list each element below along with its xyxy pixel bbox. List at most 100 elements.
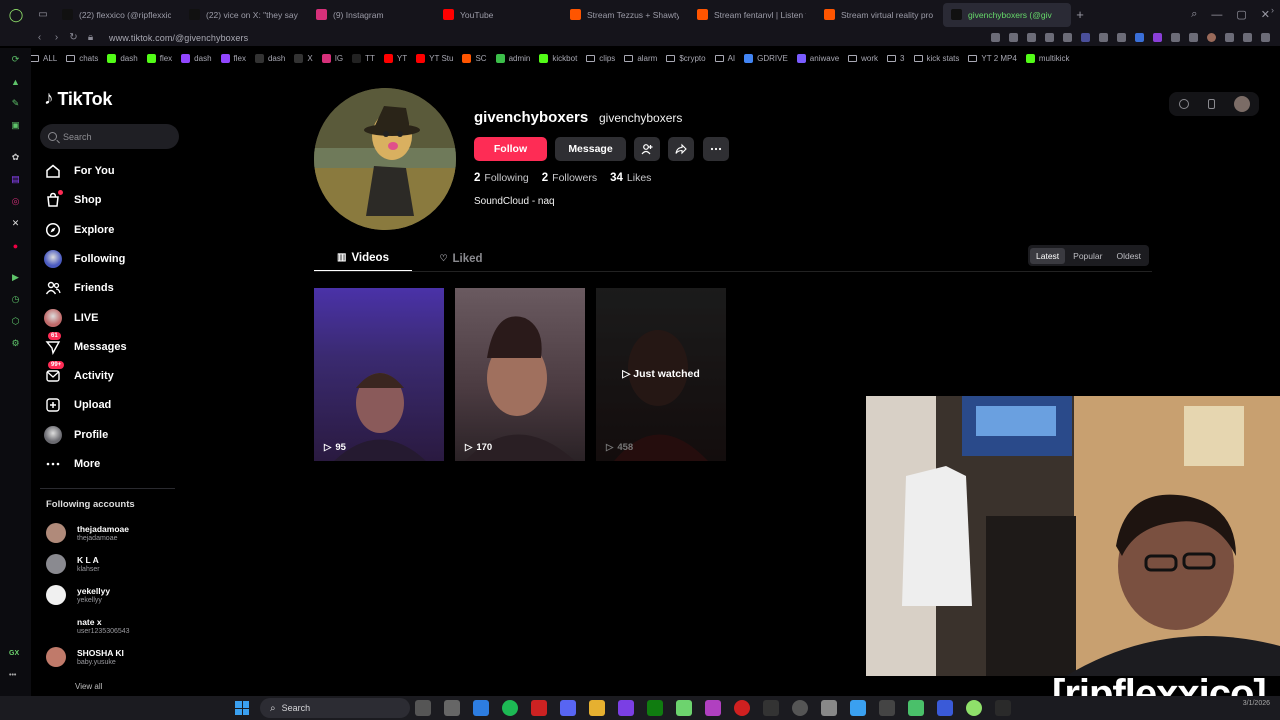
bookmark-item[interactable]: YT 2 MP4 xyxy=(968,54,1017,63)
more-icon[interactable]: ••• xyxy=(9,672,16,679)
user-avatar[interactable] xyxy=(1233,96,1250,112)
browser-tab[interactable]: YouTube xyxy=(435,3,560,27)
bookmark-item[interactable]: kick stats xyxy=(913,54,959,63)
browser-tab[interactable]: (22) flexxico (@ripflexxico xyxy=(54,3,179,27)
browser-menu-icon[interactable] xyxy=(1261,33,1270,42)
bookmark-item[interactable]: IG xyxy=(321,54,343,63)
bookmark-item[interactable]: AI xyxy=(714,54,735,63)
browser-tab[interactable]: givenchyboxers (@giv xyxy=(943,2,1071,27)
profile-avatar-icon[interactable] xyxy=(1207,33,1216,42)
following-account-item[interactable]: K L Aklahser xyxy=(46,551,100,577)
taskbar-clock[interactable]: 3/1/2026 xyxy=(1243,700,1270,707)
pin-icon[interactable] xyxy=(991,33,1000,42)
video-thumbnail[interactable]: ▷ 95 xyxy=(314,288,444,461)
bookmark-item[interactable]: flex xyxy=(220,54,246,63)
menu-icon[interactable] xyxy=(1063,33,1072,42)
discord-icon[interactable] xyxy=(560,700,576,716)
bookmark-item[interactable]: YT xyxy=(383,54,407,63)
bookmark-item[interactable]: $crypto xyxy=(666,54,706,63)
browser-tab[interactable]: Stream Tezzus + Shawty xyxy=(562,3,687,27)
forward-button[interactable]: › xyxy=(48,32,65,43)
chrome-icon[interactable] xyxy=(473,700,489,716)
get-app-icon[interactable] xyxy=(1207,99,1215,109)
taskbar-search[interactable]: ⌕ Search xyxy=(260,698,410,718)
browser-tab[interactable]: Stream virtual reality prod xyxy=(816,3,941,27)
following-account-item[interactable]: yekellyy yekellyy xyxy=(46,582,110,608)
terminal-icon[interactable] xyxy=(763,700,779,716)
following-account-item[interactable]: thejadamoae thejadamoae xyxy=(46,520,129,546)
back-button[interactable]: ‹ xyxy=(31,32,48,43)
audio-icon[interactable] xyxy=(1117,33,1126,42)
ai-icon[interactable] xyxy=(1243,33,1252,42)
bookmark-item[interactable]: YT Stu xyxy=(416,54,453,63)
nav-more[interactable]: More xyxy=(44,452,100,476)
nav-friends[interactable]: Friends xyxy=(44,276,114,300)
app-icon[interactable] xyxy=(821,700,837,716)
ai-icon[interactable]: ✎ xyxy=(10,98,21,109)
gx-corner-icon[interactable]: ▲ xyxy=(10,76,21,87)
extension-icon[interactable] xyxy=(1081,33,1090,42)
download-icon[interactable] xyxy=(1225,33,1234,42)
app-icon[interactable] xyxy=(966,700,982,716)
share-button[interactable] xyxy=(668,137,694,161)
filter-icon[interactable] xyxy=(1171,33,1180,42)
nav-upload[interactable]: Upload xyxy=(44,393,111,417)
bookmark-item[interactable]: SC xyxy=(462,54,487,63)
suggested-accounts-button[interactable] xyxy=(634,137,660,161)
bookmark-item[interactable]: GDRIVE xyxy=(744,54,788,63)
screenshot-icon[interactable] xyxy=(1009,33,1018,42)
minimize-button[interactable]: — xyxy=(1211,9,1222,21)
followers-stat[interactable]: 2 Followers xyxy=(542,172,597,184)
app-icon[interactable] xyxy=(734,700,750,716)
messenger-icon[interactable]: ▣ xyxy=(10,120,21,131)
following-stat[interactable]: 2 Following xyxy=(474,172,529,184)
bookmark-item[interactable]: work xyxy=(848,54,878,63)
x-icon[interactable]: ✕ xyxy=(10,218,21,229)
file-explorer-icon[interactable] xyxy=(589,700,605,716)
bookmark-item[interactable]: dash xyxy=(254,54,285,63)
url-field[interactable]: www.tiktok.com/@givenchyboxers xyxy=(109,33,248,43)
opera-gx-logo-icon[interactable]: ◯ xyxy=(0,0,32,29)
site-info-icon[interactable]: 🔒︎ xyxy=(82,32,99,43)
bookmark-item[interactable]: TT xyxy=(352,54,375,63)
chatgpt-icon[interactable]: ✿ xyxy=(10,152,21,163)
puzzle-icon[interactable] xyxy=(1189,33,1198,42)
search-box[interactable] xyxy=(40,124,179,149)
nav-activity[interactable]: 99+ Activity xyxy=(44,361,114,388)
tab-menu-icon[interactable]: ▭ xyxy=(32,0,54,29)
coins-icon[interactable] xyxy=(1178,99,1189,109)
app-icon[interactable] xyxy=(937,700,953,716)
nav-live[interactable]: LIVE xyxy=(44,306,98,330)
player-icon[interactable]: ▶ xyxy=(10,272,21,283)
tab-videos[interactable]: ▥ Videos xyxy=(314,245,412,272)
following-account-item[interactable]: SHOSHA KI baby.yusuke xyxy=(46,644,124,670)
extension-icon[interactable] xyxy=(1135,33,1144,42)
follow-button[interactable]: Follow xyxy=(474,137,547,161)
sort-popular[interactable]: Popular xyxy=(1067,248,1108,264)
twitch-icon[interactable]: ▤ xyxy=(10,174,21,185)
windows-start-icon[interactable] xyxy=(235,701,249,715)
gx-control-icon[interactable]: ⟳ xyxy=(10,54,21,65)
video-thumbnail[interactable]: ▷ Just watched ▷ 458 xyxy=(596,288,726,461)
bookmark-item[interactable]: flex xyxy=(146,54,172,63)
bookmark-item[interactable]: alarm xyxy=(624,54,657,63)
settings-icon[interactable]: ⚙ xyxy=(10,338,21,349)
view-all-link[interactable]: View all xyxy=(75,682,102,691)
obs-icon[interactable] xyxy=(444,700,460,716)
video-thumbnail[interactable]: ▷ 170 xyxy=(455,288,585,461)
bookmark-item[interactable]: 3 xyxy=(887,54,905,63)
bookmark-item[interactable]: ALL xyxy=(30,54,57,63)
shield-icon[interactable] xyxy=(1027,33,1036,42)
more-options-button[interactable] xyxy=(703,137,729,161)
chatgpt-icon[interactable] xyxy=(792,700,808,716)
sort-oldest[interactable]: Oldest xyxy=(1110,248,1147,264)
bookmark-item[interactable]: aniwave xyxy=(796,54,839,63)
opera-icon[interactable] xyxy=(531,700,547,716)
browser-tab[interactable]: Stream fentanvl | Listen to xyxy=(689,3,814,27)
nav-following[interactable]: Following xyxy=(44,247,125,271)
audio-app-icon[interactable] xyxy=(879,700,895,716)
tiktok-logo[interactable]: ♪ TikTok xyxy=(44,88,112,110)
bookmark-item[interactable]: X xyxy=(294,54,313,63)
reload-button[interactable]: ↻ xyxy=(65,32,82,43)
bookmark-item[interactable]: dash xyxy=(107,54,138,63)
